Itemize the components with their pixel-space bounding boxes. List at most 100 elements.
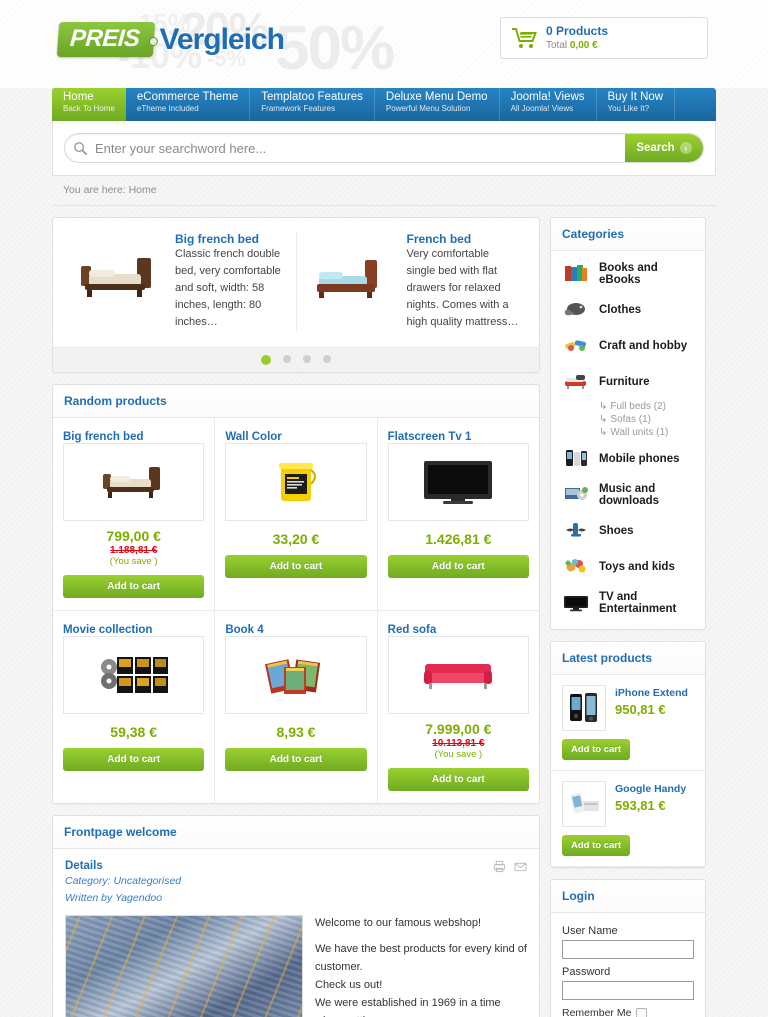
add-to-cart-button[interactable]: Add to cart [63,575,205,599]
slideshow-module: Big french bed Classic french double bed… [52,217,540,374]
login-module: Login User Name Password Remember Me Log… [550,879,706,1017]
article-tools [493,860,527,876]
product-row: Big french bed 799,00 € 1.188,81 € (You … [53,418,539,611]
article-line: We were established in 1969 in a time wh… [315,996,501,1017]
printer-icon[interactable] [493,860,506,876]
category-item-mobile-phones[interactable]: Mobile phones [551,441,705,477]
slide-title[interactable]: French bed [407,232,472,246]
module-title: Random products [64,394,167,409]
site-header: -15% -20% 50% -10% -5% PREIS Vergleich 0… [0,0,768,88]
furniture-icon [562,370,590,394]
nav-item-deluxe-menu-demo[interactable]: Deluxe Menu Demo Powerful Menu Solution [375,88,500,121]
product-name[interactable]: Book 4 [225,624,263,636]
category-label: Furniture [599,376,650,388]
remember-me-row[interactable]: Remember Me [562,1007,694,1017]
slide-dot-1[interactable] [261,355,271,366]
red-sofa-image[interactable] [387,636,529,715]
latest-products-module: Latest products iPhone Extend 950,81 € A… [550,641,706,868]
remember-me-checkbox[interactable] [636,1007,648,1017]
product-price: 799,00 € [106,528,161,545]
slide-dot-3[interactable] [303,355,311,364]
slide-item[interactable]: French bed Very comfortable single bed w… [295,232,528,332]
paint-bucket-image[interactable] [225,443,367,522]
username-input[interactable] [562,940,694,959]
product-save-label: (You save ) [109,556,158,568]
category-label: TV and Entertainment [599,591,677,615]
category-item-tv-and-entertainment[interactable]: TV and Entertainment [551,585,705,621]
shoes-icon [562,519,590,543]
nav-item-joomla-views[interactable]: Joomla! Views All Joomla! Views [500,88,597,121]
slideshow-pagination [53,347,539,373]
latest-products-header: Latest products [551,642,705,675]
tv-image[interactable] [387,443,529,522]
iphone-image[interactable] [562,685,606,731]
add-to-cart-button[interactable]: Add to cart [225,555,367,579]
search-arrow-icon: › [679,142,692,154]
furniture-subcategories: ↳ Full beds (2) ↳ Sofas (1) ↳ Wall units (1… [551,400,705,441]
envelope-icon[interactable] [514,860,527,876]
login-header: Login [551,880,705,913]
dvd-collection-image[interactable] [63,636,205,715]
books-image[interactable] [225,636,367,715]
nav-item-templatoo-features[interactable]: Templatoo Features Framework Features [250,88,375,121]
category-item-books-and-ebooks[interactable]: Books and eBooks [551,256,705,292]
slide-dot-4[interactable] [323,355,331,364]
slide-dot-2[interactable] [283,355,291,364]
module-title: Latest products [562,651,653,665]
product-card-flatscreen-tv-1: Flatscreen Tv 1 1.426,81 € Add to cart [376,418,539,611]
category-label: Music and downloads [599,483,660,507]
product-name[interactable]: Big french bed [63,431,144,443]
add-to-cart-button[interactable]: Add to cart [562,835,631,856]
product-name[interactable]: Movie collection [63,624,152,636]
craft-icon [562,334,590,358]
search-input[interactable] [95,134,625,162]
ghost-discount-50: 50% [275,14,395,83]
nav-item-title: Deluxe Menu Demo [385,91,488,103]
slide-title[interactable]: Big french bed [175,232,259,246]
category-item-craft-and-hobby[interactable]: Craft and hobby [551,328,705,364]
latest-product-name[interactable]: Google Handy [615,783,686,795]
nav-item-ecommerce-theme[interactable]: eCommerce Theme eTheme Included [126,88,251,121]
nav-item-buy-it-now[interactable]: Buy It Now You Like It? [597,88,676,121]
product-row: Movie collection 59,38 € Add to cart Boo… [53,610,539,804]
category-item-music-and-downloads[interactable]: Music and downloads [551,477,705,513]
product-name[interactable]: Flatscreen Tv 1 [388,431,472,443]
latest-product-name[interactable]: iPhone Extend [615,687,688,699]
latest-products-divider [551,866,705,867]
main-navigation: Home Back To Home eCommerce Theme eTheme… [52,88,716,121]
toys-icon [562,555,590,579]
google-phone-image[interactable] [562,781,606,827]
category-item-shoes[interactable]: Shoes [551,513,705,549]
add-to-cart-button[interactable]: Add to cart [562,739,631,760]
category-item-furniture[interactable]: Furniture [551,364,705,400]
cart-module[interactable]: 0 Products Total 0,00 € [500,17,708,59]
nav-item-subtitle: Framework Features [261,104,336,114]
nav-item-title: Joomla! Views [510,91,585,103]
category-item-toys-and-kids[interactable]: Toys and kids [551,549,705,585]
site-logo[interactable]: PREIS Vergleich [56,22,285,57]
search-button[interactable]: Search › [625,134,703,162]
add-to-cart-button[interactable]: Add to cart [387,555,529,579]
slide-item[interactable]: Big french bed Classic french double bed… [65,232,296,331]
nav-item-title: Templatoo Features [261,91,363,103]
article-text: Welcome to our famous webshop! We have t… [315,915,527,1017]
subcategory-full-beds[interactable]: ↳ Full beds (2) [599,400,694,413]
add-to-cart-button[interactable]: Add to cart [387,768,529,792]
add-to-cart-button[interactable]: Add to cart [63,748,205,772]
add-to-cart-button[interactable]: Add to cart [225,748,367,772]
product-old-price: 1.188,81 € [110,545,158,557]
category-label: Clothes [599,304,642,316]
subcategory-wall-units[interactable]: ↳ Wall units (1) [599,426,694,439]
article-paragraph-1: Welcome to our famous webshop! [315,916,482,929]
product-name[interactable]: Wall Color [225,431,281,443]
password-input[interactable] [562,981,694,1000]
bed-image[interactable] [63,443,205,522]
subcategory-sofas[interactable]: ↳ Sofas (1) [599,413,694,426]
slide-description: Classic french double bed, very comforta… [175,248,281,329]
breadcrumb: You are here: Home [52,176,716,206]
product-name[interactable]: Red sofa [388,624,437,636]
article-details-label: Details [65,860,103,873]
nav-item-home[interactable]: Home Back To Home [52,88,126,121]
category-item-clothes[interactable]: Clothes [551,292,705,328]
big-french-bed-image [73,232,165,324]
